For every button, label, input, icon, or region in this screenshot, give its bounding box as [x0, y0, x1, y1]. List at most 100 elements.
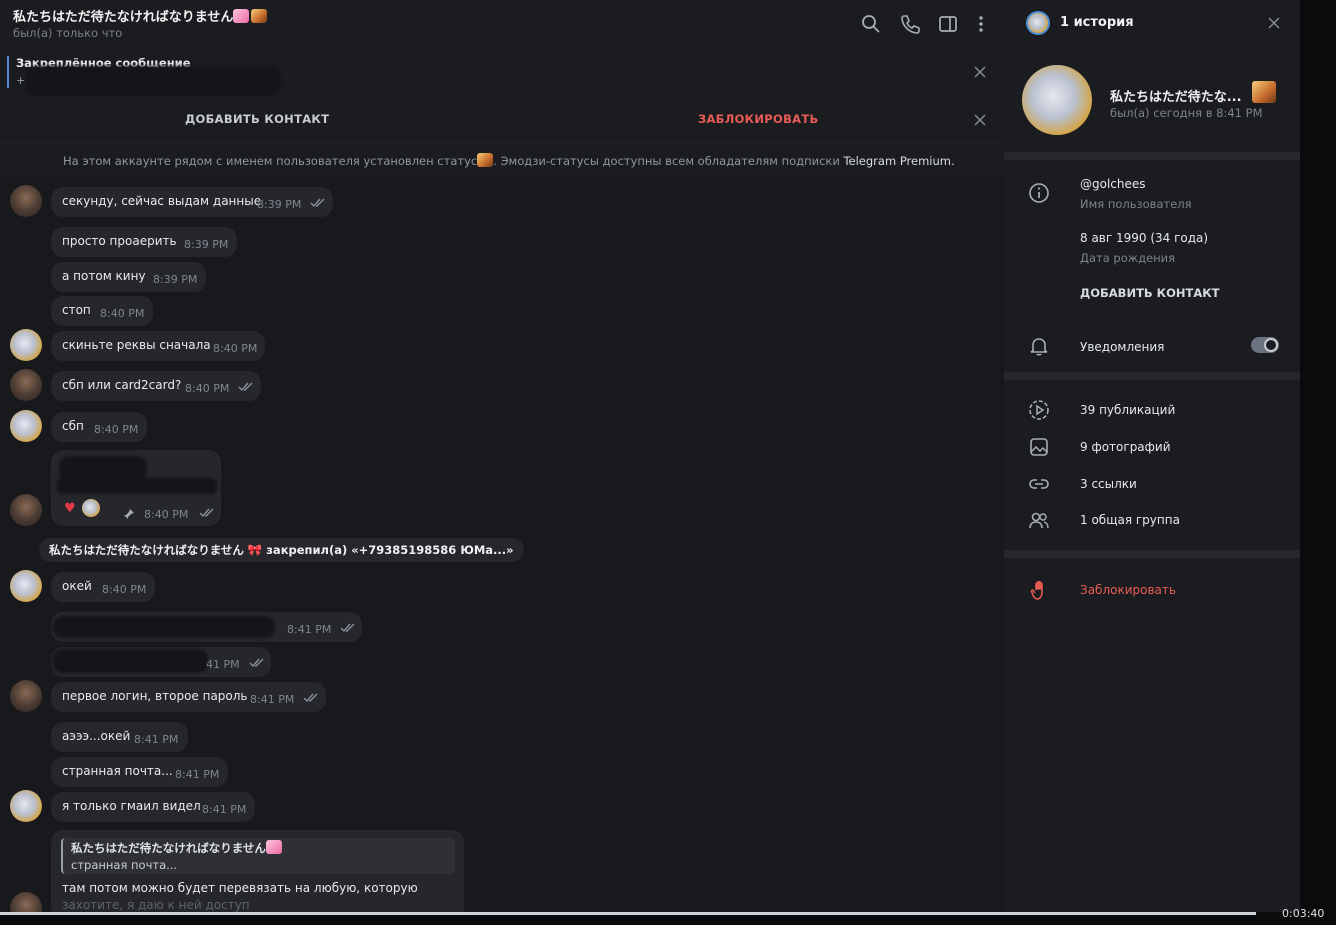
more-menu-icon[interactable]: [970, 13, 992, 35]
message-time: 8:41 PM: [250, 693, 295, 706]
redacted-block: [53, 649, 208, 673]
photos-item[interactable]: 9 фотографий: [1080, 440, 1171, 454]
video-timestamp: 0:03:40: [1282, 907, 1325, 920]
avatar[interactable]: [10, 570, 42, 602]
status-emoji-icon: [251, 9, 268, 23]
message-bubble[interactable]: ♥ 8:40 PM: [51, 450, 221, 526]
chat-title[interactable]: 私たちはただ待たなければなりません: [13, 6, 268, 25]
message-time: 8:40 PM: [144, 508, 189, 521]
groups-item[interactable]: 1 общая группа: [1080, 513, 1180, 527]
avatar[interactable]: [10, 790, 42, 822]
ribbon-emoji-icon: [265, 840, 282, 854]
ribbon-emoji-icon: [233, 9, 250, 23]
message-text: а потом кину: [62, 269, 146, 283]
sidebar-toggle-icon[interactable]: [937, 13, 959, 35]
avatar[interactable]: [10, 329, 42, 361]
reply-quote[interactable]: 私たちはただ待たなければなりません странная почта...: [61, 838, 455, 874]
message-bubble[interactable]: аэээ...окей 8:41 PM: [51, 722, 188, 752]
photo-icon: [1030, 438, 1048, 456]
message-text: окей: [62, 579, 92, 593]
redacted-block: [26, 66, 280, 96]
notice-after: . Эмодзи-статусы доступны всем обладател…: [493, 154, 840, 168]
close-pinned-icon[interactable]: [973, 65, 987, 79]
profile-name: 私たちはただ待たな...: [1110, 81, 1276, 105]
links-item[interactable]: 3 ссылки: [1080, 477, 1137, 491]
avatar[interactable]: [10, 410, 42, 442]
premium-notice: На этом аккаунте рядом с именем пользова…: [0, 142, 1004, 177]
pinned-accent-bar: [7, 56, 9, 88]
heart-reaction-icon[interactable]: ♥: [64, 501, 76, 516]
reply-text-line2: захотите, я даю к ней доступ: [62, 898, 250, 912]
notice-before: На этом аккаунте рядом с именем пользова…: [63, 154, 478, 168]
redacted-block: [53, 616, 275, 638]
bell-icon: [1030, 338, 1048, 356]
reply-author-text: 私たちはただ待たなければなりません: [71, 841, 266, 855]
avatar[interactable]: [10, 185, 42, 217]
message-time: 8:41 PM: [287, 623, 332, 636]
message-bubble[interactable]: секунду, сейчас выдам данные 8:39 PM: [51, 187, 333, 217]
reply-message-bubble[interactable]: 私たちはただ待たなければなりません странная почта... там …: [51, 830, 464, 912]
message-time: 41 PM: [206, 658, 240, 671]
profile-avatar[interactable]: [1022, 65, 1092, 135]
message-bubble[interactable]: первое логин, второе пароль 8:41 PM: [51, 682, 326, 712]
message-bubble[interactable]: просто проаерить 8:39 PM: [51, 227, 237, 257]
telegram-window: 私たちはただ待たなければなりません был(а) только что Закр…: [0, 0, 1300, 912]
avatar[interactable]: [10, 369, 42, 401]
notifications-label: Уведомления: [1080, 340, 1165, 354]
divider: [1004, 152, 1300, 160]
message-bubble[interactable]: 41 PM: [51, 647, 271, 677]
chat-pane: 私たちはただ待たなければなりません был(а) только что Закр…: [0, 0, 1004, 912]
double-check-icon: [238, 382, 253, 392]
stories-label[interactable]: 1 история: [1060, 15, 1134, 30]
message-bubble[interactable]: сбп или card2card? 8:40 PM: [51, 371, 261, 401]
message-bubble[interactable]: скиньте реквы сначала 8:40 PM: [51, 331, 265, 361]
message-text: я только гмаил видел: [62, 799, 201, 813]
notifications-toggle[interactable]: [1251, 337, 1279, 353]
premium-link[interactable]: Telegram Premium.: [843, 154, 954, 168]
message-bubble[interactable]: 8:41 PM: [51, 612, 362, 642]
video-progress-bar[interactable]: [0, 912, 1256, 915]
message-bubble[interactable]: сбп 8:40 PM: [51, 412, 147, 442]
message-time: 8:41 PM: [175, 768, 220, 781]
message-bubble[interactable]: я только гмаил видел 8:41 PM: [51, 792, 255, 822]
close-actions-icon[interactable]: [973, 113, 987, 127]
message-text: первое логин, второе пароль: [62, 689, 248, 703]
close-panel-icon[interactable]: [1267, 16, 1281, 30]
redacted-block: [57, 478, 217, 494]
add-contact-button[interactable]: ДОБАВИТЬ КОНТАКТ: [185, 112, 329, 126]
reaction-avatar: [82, 499, 100, 517]
chat-last-seen: был(а) только что: [13, 26, 123, 40]
reply-text-line1: там потом можно будет перевязать на любу…: [62, 881, 418, 895]
pin-icon: [124, 509, 134, 519]
message-bubble[interactable]: а потом кину 8:39 PM: [51, 262, 206, 292]
message-time: 8:39 PM: [184, 238, 229, 251]
block-button[interactable]: ЗАБЛОКИРОВАТЬ: [698, 112, 819, 126]
pinned-message-bar[interactable]: Закреплённое сообщение +: [0, 48, 1004, 98]
status-emoji-icon: [477, 153, 494, 167]
message-text: скиньте реквы сначала: [62, 338, 211, 352]
message-time: 8:40 PM: [185, 382, 230, 395]
message-bubble[interactable]: стоп 8:40 PM: [51, 296, 153, 326]
message-bubble[interactable]: странная почта... 8:41 PM: [51, 757, 228, 787]
posts-icon: [1029, 400, 1049, 420]
info-icon: [1029, 183, 1049, 203]
contact-actions-bar: ДОБАВИТЬ КОНТАКТ ЗАБЛОКИРОВАТЬ: [0, 98, 1004, 142]
message-text: сбп: [62, 419, 84, 433]
search-icon[interactable]: [860, 13, 882, 35]
double-check-icon: [310, 198, 325, 208]
avatar[interactable]: [10, 892, 42, 912]
double-check-icon: [340, 623, 355, 633]
username-label: Имя пользователя: [1080, 197, 1192, 211]
phone-icon[interactable]: [899, 13, 921, 35]
posts-item[interactable]: 39 публикаций: [1080, 403, 1175, 417]
block-user-button[interactable]: Заблокировать: [1080, 583, 1176, 597]
link-icon: [1029, 479, 1049, 489]
username-value[interactable]: @golchees: [1080, 177, 1146, 191]
message-text: стоп: [62, 303, 91, 317]
stories-avatar[interactable]: [1026, 11, 1050, 35]
avatar[interactable]: [10, 680, 42, 712]
message-bubble[interactable]: окей 8:40 PM: [51, 572, 155, 602]
avatar[interactable]: [10, 494, 42, 526]
premium-notice-text: На этом аккаунте рядом с именем пользова…: [63, 153, 955, 168]
add-contact-button[interactable]: ДОБАВИТЬ КОНТАКТ: [1080, 286, 1219, 300]
